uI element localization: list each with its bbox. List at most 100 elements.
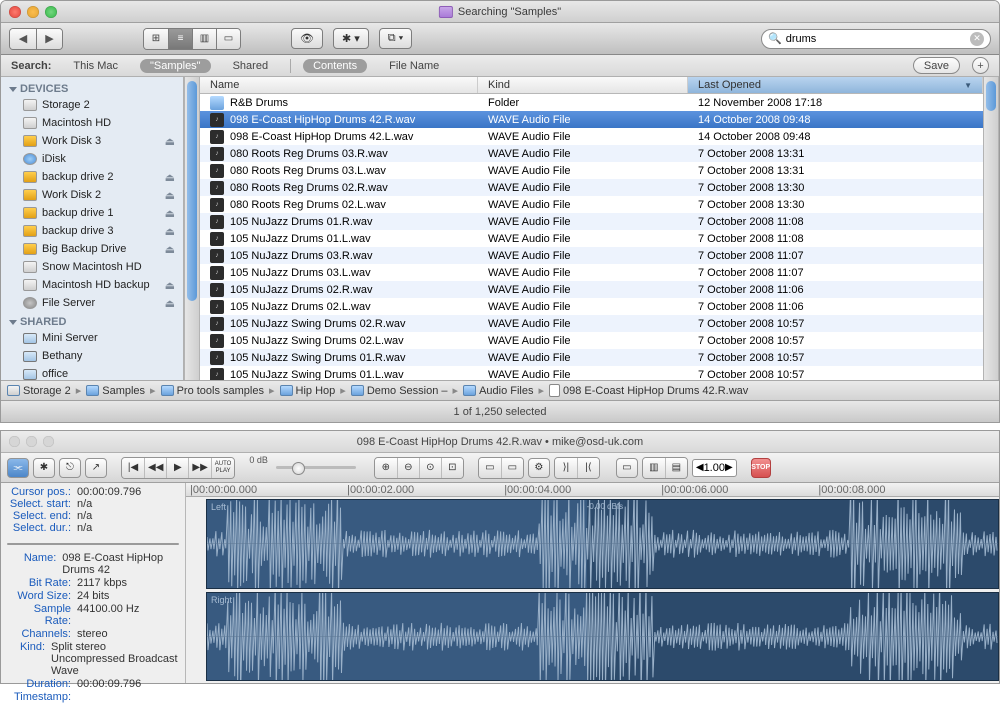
back-button[interactable]: ◀ (10, 29, 36, 49)
table-row[interactable]: 080 Roots Reg Drums 03.R.wav WAVE Audio … (200, 145, 983, 162)
table-row[interactable]: 080 Roots Reg Drums 02.R.wav WAVE Audio … (200, 179, 983, 196)
sidebar-item[interactable]: backup drive 2⏏ (1, 168, 183, 186)
sidebar-item[interactable]: Macintosh HD backup⏏ (1, 276, 183, 294)
table-row[interactable]: 080 Roots Reg Drums 03.L.wav WAVE Audio … (200, 162, 983, 179)
scope-samples[interactable]: "Samples" (140, 59, 211, 73)
play-button[interactable]: ▶ (166, 458, 188, 478)
zoom-button[interactable] (45, 6, 57, 18)
layout-b-button[interactable]: ▤ (665, 458, 687, 478)
zoom-fit-button[interactable]: ⊡ (441, 458, 463, 478)
fastforward-button[interactable]: ▶▶ (188, 458, 210, 478)
close-button[interactable] (9, 6, 21, 18)
table-row[interactable]: 105 NuJazz Swing Drums 01.L.wav WAVE Aud… (200, 366, 983, 380)
forward-button[interactable]: ▶ (36, 29, 62, 49)
scope-shared[interactable]: Shared (223, 59, 278, 73)
search-field[interactable]: 🔍 ✕ (761, 29, 991, 49)
snowflake-button[interactable]: ✱ (33, 458, 55, 478)
dropbox-button[interactable]: ⧉ ▾ (379, 28, 413, 49)
path-segment[interactable]: Storage 2 (23, 385, 71, 397)
sidebar-item[interactable]: Snow Macintosh HD (1, 258, 183, 276)
volume-slider[interactable] (276, 466, 356, 469)
search-input[interactable] (786, 33, 966, 45)
region-b-button[interactable]: ▭ (501, 458, 523, 478)
icon-view-button[interactable]: ⊞ (144, 29, 168, 49)
eject-icon[interactable]: ⏏ (165, 207, 175, 220)
sidebar-item[interactable]: Mini Server (1, 329, 183, 347)
trim-start-button[interactable]: ⟩| (555, 458, 577, 478)
zoom-in-button[interactable]: ⊕ (375, 458, 397, 478)
eject-icon[interactable]: ⏏ (165, 189, 175, 202)
sidebar-item[interactable]: Macintosh HD (1, 114, 183, 132)
scope-filename[interactable]: File Name (379, 59, 449, 73)
table-row[interactable]: R&B Drums Folder 12 November 2008 17:18 (200, 94, 983, 111)
tab-recent[interactable]: Recent (135, 544, 178, 545)
path-segment[interactable]: Audio Files (479, 385, 533, 397)
sidebar-item[interactable]: Big Backup Drive⏏ (1, 240, 183, 258)
sidebar-item[interactable]: Storage 2 (1, 96, 183, 114)
shared-header[interactable]: SHARED (1, 312, 183, 329)
action-menu[interactable]: ✱ ▾ (333, 28, 369, 49)
path-segment[interactable]: Pro tools samples (177, 385, 264, 397)
table-row[interactable]: 105 NuJazz Swing Drums 02.R.wav WAVE Aud… (200, 315, 983, 332)
sidebar-item[interactable]: Bethany (1, 347, 183, 365)
path-segment[interactable]: 098 E-Coast HipHop Drums 42.R.wav (563, 385, 748, 397)
time-ruler[interactable]: |00:00:00.000|00:00:02.000|00:00:04.000|… (186, 483, 999, 497)
tab-export[interactable]: Export (93, 544, 136, 545)
link-button[interactable]: ⫘ (7, 458, 29, 478)
close-button[interactable] (9, 436, 20, 447)
gear-button[interactable]: ⚙ (528, 458, 550, 478)
zoom-button[interactable] (43, 436, 54, 447)
list-view-button[interactable]: ≡ (168, 29, 192, 49)
minimize-button[interactable] (26, 436, 37, 447)
table-row[interactable]: 105 NuJazz Swing Drums 01.R.wav WAVE Aud… (200, 349, 983, 366)
sidebar-item[interactable]: File Server⏏ (1, 294, 183, 312)
eject-icon[interactable]: ⏏ (165, 279, 175, 292)
sidebar-item[interactable]: iDisk (1, 150, 183, 168)
table-scrollbar[interactable] (983, 77, 999, 380)
scope-this-mac[interactable]: This Mac (63, 59, 128, 73)
expand-button[interactable]: ↗ (85, 458, 107, 478)
minimize-button[interactable] (27, 6, 39, 18)
audio-titlebar[interactable]: 098 E-Coast HipHop Drums 42.R.wav • mike… (1, 431, 999, 453)
table-row[interactable]: 105 NuJazz Drums 01.L.wav WAVE Audio Fil… (200, 230, 983, 247)
save-search-button[interactable]: Save (913, 57, 960, 74)
speed-spinbox[interactable]: ◀ 1.00 ▶ (692, 459, 737, 477)
table-row[interactable]: 080 Roots Reg Drums 02.L.wav WAVE Audio … (200, 196, 983, 213)
scope-contents[interactable]: Contents (303, 59, 367, 73)
quicklook-button[interactable]: 👁 (291, 28, 323, 49)
stop-button[interactable]: STOP (751, 458, 771, 478)
column-view-button[interactable]: ▥ (192, 29, 216, 49)
waveform-right[interactable]: Right ⏻ (206, 592, 999, 682)
window-button[interactable]: ▭ (616, 458, 638, 478)
zoom-sel-button[interactable]: ⊙ (419, 458, 441, 478)
eject-icon[interactable]: ⏏ (165, 171, 175, 184)
tab-regions[interactable]: Regi… (50, 544, 93, 545)
zoom-out-button[interactable]: ⊖ (397, 458, 419, 478)
table-row[interactable]: 105 NuJazz Drums 02.L.wav WAVE Audio Fil… (200, 298, 983, 315)
eject-icon[interactable]: ⏏ (165, 243, 175, 256)
devices-header[interactable]: DEVICES (1, 79, 183, 96)
eject-icon[interactable]: ⏏ (165, 225, 175, 238)
table-row[interactable]: 105 NuJazz Swing Drums 02.L.wav WAVE Aud… (200, 332, 983, 349)
eject-icon[interactable]: ⏏ (165, 297, 175, 310)
table-row[interactable]: 105 NuJazz Drums 03.L.wav WAVE Audio Fil… (200, 264, 983, 281)
sidebar-scrollbar[interactable] (184, 77, 200, 380)
col-kind[interactable]: Kind (478, 77, 688, 93)
path-segment[interactable]: Samples (102, 385, 145, 397)
tab-info[interactable]: Info (8, 544, 50, 545)
waveform-left[interactable]: Left -0.00 dBfs ⏻ (206, 499, 999, 589)
sidebar-item[interactable]: Work Disk 3⏏ (1, 132, 183, 150)
rewind-start-button[interactable]: |◀ (122, 458, 144, 478)
autoplay-button[interactable]: AUTOPLAY (211, 458, 235, 478)
layout-a-button[interactable]: ▥ (643, 458, 665, 478)
sidebar-item[interactable]: Work Disk 2⏏ (1, 186, 183, 204)
col-name[interactable]: Name (200, 77, 478, 93)
titlebar[interactable]: Searching "Samples" (1, 1, 999, 23)
eject-icon[interactable]: ⏏ (165, 135, 175, 148)
table-row[interactable]: 105 NuJazz Drums 03.R.wav WAVE Audio Fil… (200, 247, 983, 264)
sidebar-item[interactable]: backup drive 1⏏ (1, 204, 183, 222)
path-segment[interactable]: Demo Session – (367, 385, 448, 397)
table-row[interactable]: 105 NuJazz Drums 02.R.wav WAVE Audio Fil… (200, 281, 983, 298)
sidebar-item[interactable]: office (1, 365, 183, 380)
sidebar-item[interactable]: backup drive 3⏏ (1, 222, 183, 240)
